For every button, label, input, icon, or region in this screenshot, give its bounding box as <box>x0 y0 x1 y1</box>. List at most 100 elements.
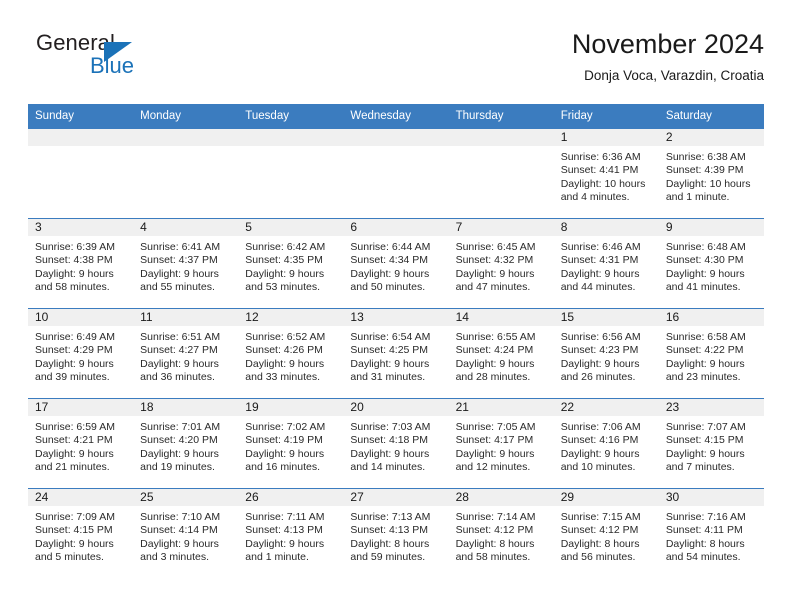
daylight-text-line2: and 36 minutes. <box>140 371 215 384</box>
day-cell[interactable] <box>238 129 344 219</box>
daylight-text-line2: and 31 minutes. <box>350 371 426 384</box>
day-cell[interactable]: 4 Sunrise: 6:41 AM Sunset: 4:37 PM Dayli… <box>133 218 239 309</box>
sunrise-text: Sunrise: 6:38 AM <box>665 151 746 163</box>
day-details: Sunrise: 6:56 AM Sunset: 4:23 PM Dayligh… <box>554 326 659 385</box>
daylight-text-line1: Daylight: 9 hours <box>455 267 535 280</box>
daylight-text-line1: Daylight: 9 hours <box>245 267 325 280</box>
sunrise-text: Sunrise: 6:44 AM <box>350 241 431 253</box>
daylight-text-line2: and 44 minutes. <box>560 281 636 294</box>
day-number: 11 <box>133 309 239 326</box>
day-cell[interactable]: 27 Sunrise: 7:13 AM Sunset: 4:13 PM Dayl… <box>343 488 449 578</box>
daylight-text-line2: and 33 minutes. <box>245 371 320 384</box>
day-details: Sunrise: 7:06 AM Sunset: 4:16 PM Dayligh… <box>554 416 659 475</box>
daylight-text-line2: and 4 minutes. <box>560 191 630 204</box>
day-cell[interactable]: 7 Sunrise: 6:45 AM Sunset: 4:32 PM Dayli… <box>448 218 554 309</box>
daylight-text-line2: and 14 minutes. <box>350 461 426 474</box>
weekday-header-monday: Monday <box>133 104 239 129</box>
daylight-text-line1: Daylight: 9 hours <box>140 447 219 460</box>
sunrise-text: Sunrise: 6:45 AM <box>455 241 536 253</box>
sunrise-text: Sunrise: 6:59 AM <box>35 421 115 433</box>
sunset-text: Sunset: 4:12 PM <box>560 524 639 537</box>
day-details <box>449 146 554 151</box>
general-blue-logo[interactable]: General Blue <box>28 28 248 84</box>
sunset-text: Sunset: 4:13 PM <box>350 524 429 537</box>
page-title: November 2024 <box>571 29 764 59</box>
day-cell[interactable]: 12 Sunrise: 6:52 AM Sunset: 4:26 PM Dayl… <box>238 308 344 399</box>
daylight-text-line2: and 5 minutes. <box>35 551 104 564</box>
daylight-text-line1: Daylight: 9 hours <box>350 447 430 460</box>
day-cell[interactable]: 9 Sunrise: 6:48 AM Sunset: 4:30 PM Dayli… <box>658 218 764 309</box>
day-cell[interactable] <box>448 129 554 219</box>
day-cell[interactable]: 3 Sunrise: 6:39 AM Sunset: 4:38 PM Dayli… <box>28 218 134 309</box>
sunset-text: Sunset: 4:17 PM <box>455 434 534 447</box>
daylight-text-line1: Daylight: 8 hours <box>665 537 745 550</box>
day-details: Sunrise: 7:16 AM Sunset: 4:11 PM Dayligh… <box>659 506 764 565</box>
day-cell[interactable]: 16 Sunrise: 6:58 AM Sunset: 4:22 PM Dayl… <box>658 308 764 399</box>
day-number: 30 <box>658 489 764 506</box>
day-details: Sunrise: 6:42 AM Sunset: 4:35 PM Dayligh… <box>238 236 343 295</box>
day-cell[interactable]: 1 Sunrise: 6:36 AM Sunset: 4:41 PM Dayli… <box>553 129 659 219</box>
day-details: Sunrise: 6:58 AM Sunset: 4:22 PM Dayligh… <box>659 326 764 385</box>
day-cell[interactable]: 19 Sunrise: 7:02 AM Sunset: 4:19 PM Dayl… <box>238 398 344 489</box>
day-number: 15 <box>553 309 659 326</box>
day-cell[interactable]: 11 Sunrise: 6:51 AM Sunset: 4:27 PM Dayl… <box>133 308 239 399</box>
day-cell[interactable]: 26 Sunrise: 7:11 AM Sunset: 4:13 PM Dayl… <box>238 488 344 578</box>
calendar-week-row: 1 Sunrise: 6:36 AM Sunset: 4:41 PM Dayli… <box>28 129 764 219</box>
day-cell[interactable]: 17 Sunrise: 6:59 AM Sunset: 4:21 PM Dayl… <box>28 398 134 489</box>
day-cell[interactable]: 25 Sunrise: 7:10 AM Sunset: 4:14 PM Dayl… <box>133 488 239 578</box>
sunrise-text: Sunrise: 7:16 AM <box>665 511 746 523</box>
sunset-text: Sunset: 4:34 PM <box>350 254 429 267</box>
day-cell[interactable]: 14 Sunrise: 6:55 AM Sunset: 4:24 PM Dayl… <box>448 308 554 399</box>
sunrise-text: Sunrise: 7:15 AM <box>560 511 641 523</box>
day-cell[interactable]: 10 Sunrise: 6:49 AM Sunset: 4:29 PM Dayl… <box>28 308 134 399</box>
day-number <box>343 129 449 146</box>
daylight-text-line2: and 50 minutes. <box>350 281 426 294</box>
daylight-text-line2: and 56 minutes. <box>560 551 636 564</box>
day-number: 19 <box>238 399 344 416</box>
day-number: 8 <box>553 219 659 236</box>
day-cell[interactable]: 18 Sunrise: 7:01 AM Sunset: 4:20 PM Dayl… <box>133 398 239 489</box>
weekday-header-thursday: Thursday <box>448 104 554 129</box>
sunrise-text: Sunrise: 6:52 AM <box>245 331 326 343</box>
day-cell[interactable]: 22 Sunrise: 7:06 AM Sunset: 4:16 PM Dayl… <box>553 398 659 489</box>
day-number <box>133 129 239 146</box>
day-cell[interactable]: 20 Sunrise: 7:03 AM Sunset: 4:18 PM Dayl… <box>343 398 449 489</box>
daylight-text-line2: and 3 minutes. <box>140 551 210 564</box>
sunrise-text: Sunrise: 6:48 AM <box>665 241 746 253</box>
day-cell[interactable] <box>133 129 239 219</box>
day-cell[interactable]: 5 Sunrise: 6:42 AM Sunset: 4:35 PM Dayli… <box>238 218 344 309</box>
daylight-text-line2: and 21 minutes. <box>35 461 110 474</box>
day-cell[interactable] <box>28 129 134 219</box>
day-cell[interactable]: 29 Sunrise: 7:15 AM Sunset: 4:12 PM Dayl… <box>553 488 659 578</box>
day-cell[interactable] <box>343 129 449 219</box>
sunset-text: Sunset: 4:12 PM <box>455 524 534 537</box>
sunrise-text: Sunrise: 6:51 AM <box>140 331 221 343</box>
sunrise-text: Sunrise: 7:09 AM <box>35 511 115 523</box>
day-number: 24 <box>28 489 134 506</box>
page-subtitle-location: Donja Voca, Varazdin, Croatia <box>584 68 764 83</box>
day-cell[interactable]: 30 Sunrise: 7:16 AM Sunset: 4:11 PM Dayl… <box>658 488 764 578</box>
day-number <box>28 129 134 146</box>
sunset-text: Sunset: 4:13 PM <box>245 524 323 537</box>
day-cell[interactable]: 23 Sunrise: 7:07 AM Sunset: 4:15 PM Dayl… <box>658 398 764 489</box>
day-cell[interactable]: 24 Sunrise: 7:09 AM Sunset: 4:15 PM Dayl… <box>28 488 134 578</box>
daylight-text-line1: Daylight: 9 hours <box>455 447 535 460</box>
sunset-text: Sunset: 4:41 PM <box>560 164 639 177</box>
sunrise-text: Sunrise: 7:10 AM <box>140 511 221 523</box>
day-details: Sunrise: 7:11 AM Sunset: 4:13 PM Dayligh… <box>238 506 343 565</box>
day-cell[interactable]: 13 Sunrise: 6:54 AM Sunset: 4:25 PM Dayl… <box>343 308 449 399</box>
day-number: 3 <box>28 219 134 236</box>
day-details: Sunrise: 7:14 AM Sunset: 4:12 PM Dayligh… <box>449 506 554 565</box>
day-cell[interactable]: 2 Sunrise: 6:38 AM Sunset: 4:39 PM Dayli… <box>658 129 764 219</box>
day-details: Sunrise: 7:05 AM Sunset: 4:17 PM Dayligh… <box>449 416 554 475</box>
day-cell[interactable]: 15 Sunrise: 6:56 AM Sunset: 4:23 PM Dayl… <box>553 308 659 399</box>
day-details: Sunrise: 6:44 AM Sunset: 4:34 PM Dayligh… <box>343 236 448 295</box>
daylight-text-line2: and 41 minutes. <box>665 281 741 294</box>
day-cell[interactable]: 28 Sunrise: 7:14 AM Sunset: 4:12 PM Dayl… <box>448 488 554 578</box>
day-cell[interactable]: 6 Sunrise: 6:44 AM Sunset: 4:34 PM Dayli… <box>343 218 449 309</box>
day-details: Sunrise: 6:36 AM Sunset: 4:41 PM Dayligh… <box>554 146 659 205</box>
sunrise-text: Sunrise: 6:42 AM <box>245 241 326 253</box>
day-cell[interactable]: 21 Sunrise: 7:05 AM Sunset: 4:17 PM Dayl… <box>448 398 554 489</box>
day-number: 25 <box>133 489 239 506</box>
day-cell[interactable]: 8 Sunrise: 6:46 AM Sunset: 4:31 PM Dayli… <box>553 218 659 309</box>
